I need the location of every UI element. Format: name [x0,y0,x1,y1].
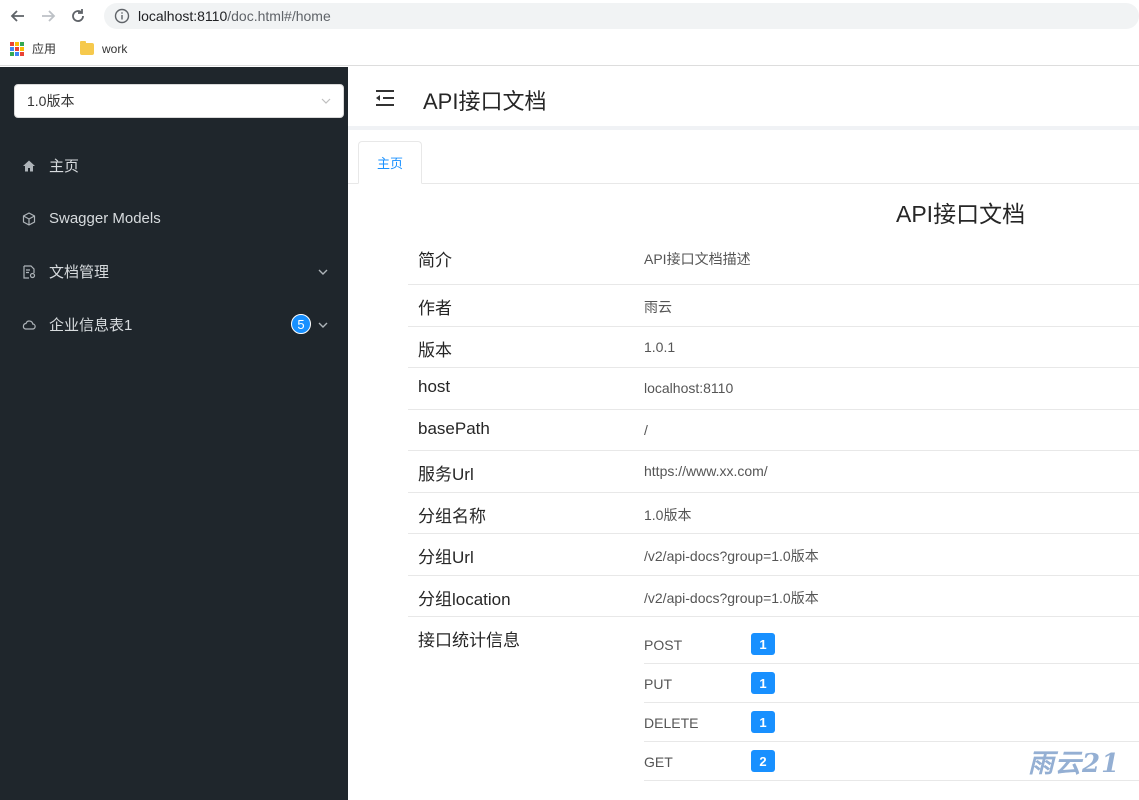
tab-label: 主页 [376,156,403,171]
count-badge: 1 [751,672,775,694]
http-method: GET [644,754,673,770]
info-value: /v2/api-docs?group=1.0版本 [644,548,819,564]
reload-icon [72,9,84,22]
info-row: 服务Url https://www.xx.com/ [408,451,1139,493]
forward-button[interactable] [36,4,60,28]
info-key: 版本 [418,341,452,360]
info-key: basePath [418,419,490,438]
bookmark-label: work [102,41,128,56]
tab-home[interactable]: 主页 [358,141,422,184]
cloud-icon [22,318,36,332]
sidebar: 1.0版本 主页 Swagger Models 文档管理 企业信息表1 5 [0,67,348,800]
info-key: 接口统计信息 [418,631,520,650]
count-badge: 5 [291,314,311,334]
info-key: 作者 [418,299,452,318]
arrow-left-icon [10,10,24,22]
reload-button[interactable] [66,4,90,28]
sidebar-item-swagger-models[interactable]: Swagger Models [0,192,348,245]
arrow-right-icon [42,10,56,22]
address-bar[interactable]: localhost:8110/doc.html#/home [104,3,1139,29]
sidebar-item-home[interactable]: 主页 [0,139,348,192]
count-badge: 1 [751,711,775,733]
apps-grid-icon [10,41,24,56]
info-key: 分组location [418,590,511,609]
cube-icon [22,211,36,226]
stat-item: DELETE 1 [644,703,1139,742]
bookmark-work[interactable]: work [80,40,128,56]
info-row: 版本 1.0.1 [408,327,1139,368]
folder-icon [80,40,95,55]
info-row: 分组Url /v2/api-docs?group=1.0版本 [408,534,1139,576]
http-method: DELETE [644,715,699,731]
info-key: 分组名称 [418,507,486,526]
document-settings-icon [22,264,36,279]
count-badge: 2 [751,750,775,772]
info-row: host localhost:8110 [408,368,1139,410]
info-row: basePath / [408,410,1139,451]
back-button[interactable] [6,4,30,28]
http-method: POST [644,637,683,653]
http-method: PUT [644,676,672,692]
browser-toolbar: localhost:8110/doc.html#/home [0,0,1139,32]
chevron-down-icon [318,322,328,328]
url-host: localhost:8110 [138,8,228,24]
info-key: 服务Url [418,465,474,484]
sidebar-item-doc-management[interactable]: 文档管理 [0,245,348,298]
info-value: localhost:8110 [644,380,734,396]
page-title: API接口文档 [423,89,547,114]
sidebar-item-label: 企业信息表1 [49,317,133,334]
home-icon [22,159,36,173]
info-row: 作者 雨云 [408,285,1139,327]
info-value: 1.0.1 [644,339,676,355]
url-path: /doc.html#/home [227,8,331,24]
info-icon [114,8,130,24]
stat-item: PUT 1 [644,664,1139,703]
bookmark-label: 应用 [32,42,57,56]
info-row: 分组location /v2/api-docs?group=1.0版本 [408,576,1139,617]
chevron-down-icon [318,269,328,275]
bookmark-apps[interactable]: 应用 [10,40,56,57]
info-table: 简介 API接口文档描述 作者 雨云 版本 1.0.1 host localho… [408,235,1139,781]
sidebar-item-label: Swagger Models [49,210,161,227]
info-key: host [418,377,451,396]
bookmarks-bar: 应用 work [0,32,1139,66]
main-content: API接口文档 主页 API接口文档 简介 API接口文档描述 作者 雨云 版本… [348,67,1139,800]
group-select[interactable]: 1.0版本 [14,84,344,118]
sidebar-item-label: 主页 [49,158,80,175]
sidebar-item-company-info[interactable]: 企业信息表1 5 [0,298,348,351]
info-value: / [644,422,648,438]
info-value: 雨云 [644,299,672,315]
menu-fold-icon[interactable] [374,87,396,109]
info-row: 简介 API接口文档描述 [408,235,1139,285]
tab-bar: 主页 [348,134,1139,184]
doc-title: API接口文档 [896,201,1026,227]
info-row: 分组名称 1.0版本 [408,493,1139,534]
chevron-down-icon [321,98,331,104]
watermark: 雨云21 [1028,749,1121,779]
info-key: 简介 [418,251,452,270]
info-value: /v2/api-docs?group=1.0版本 [644,590,819,606]
count-badge: 1 [751,633,775,655]
stat-item: POST 1 [644,625,1139,664]
info-key: 分组Url [418,548,474,567]
info-value: https://www.xx.com/ [644,463,768,479]
group-select-value: 1.0版本 [27,93,75,109]
sidebar-item-label: 文档管理 [49,264,110,281]
sidebar-menu: 主页 Swagger Models 文档管理 企业信息表1 5 [0,139,348,351]
info-value: API接口文档描述 [644,251,751,267]
header: API接口文档 [348,67,1139,130]
info-value: 1.0版本 [644,507,692,523]
